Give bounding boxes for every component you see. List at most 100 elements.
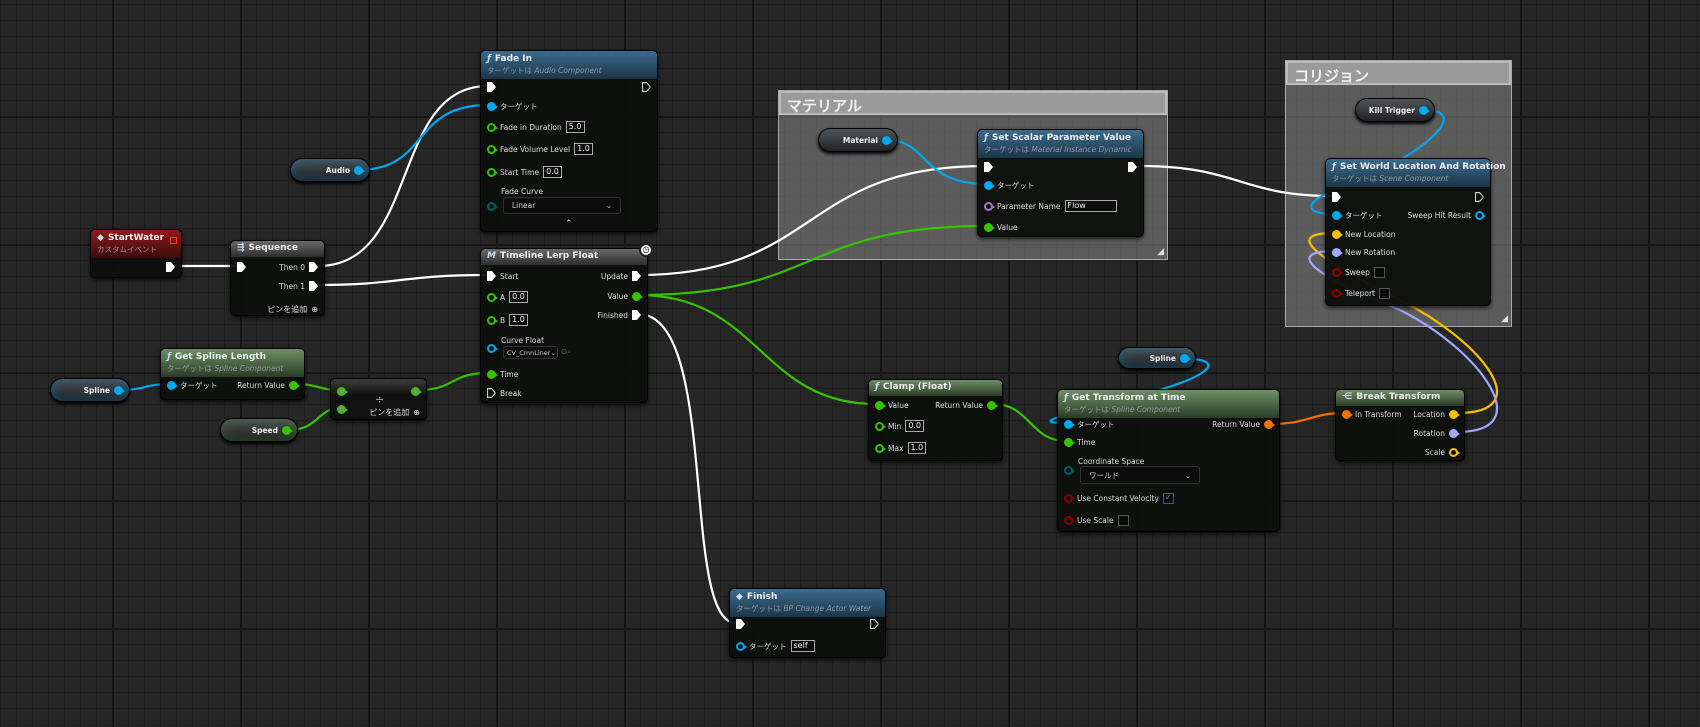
- time-pin[interactable]: [487, 369, 498, 379]
- variable-spline[interactable]: Spline: [50, 378, 130, 402]
- fade-duration-pin[interactable]: [487, 122, 498, 132]
- fade-volume-input[interactable]: 1.0: [574, 143, 593, 155]
- min-input[interactable]: 0.0: [905, 420, 925, 432]
- curve-float-dropdown[interactable]: CV_CmnLiner ⌄: [503, 346, 558, 359]
- update-exec-pin[interactable]: [632, 271, 641, 281]
- node-break-transform[interactable]: ⋲ Break Transform In Transform Location R…: [1335, 389, 1465, 461]
- parameter-name-pin[interactable]: [984, 201, 995, 211]
- new-rotation-pin[interactable]: [1332, 247, 1343, 257]
- target-pin[interactable]: [1332, 210, 1343, 220]
- fade-curve-dropdown[interactable]: Linear ⌄: [503, 197, 621, 214]
- resize-grip-icon[interactable]: ◢: [1157, 247, 1164, 257]
- spline-out-pin[interactable]: [114, 385, 125, 395]
- wire-float[interactable]: [637, 293, 877, 406]
- divide-in-a-pin[interactable]: [337, 386, 348, 396]
- variable-audio[interactable]: Audio: [290, 158, 370, 182]
- browse-search-icon[interactable]: ⊙⌕: [561, 347, 571, 357]
- new-location-pin[interactable]: [1332, 229, 1343, 239]
- fade-curve-pin[interactable]: [487, 201, 498, 211]
- use-scale-pin[interactable]: [1064, 515, 1075, 525]
- teleport-pin[interactable]: [1332, 288, 1343, 298]
- node-sequence[interactable]: ⇶ Sequence Then 0 Then 1 ピンを追加 ⊕: [230, 240, 325, 316]
- target-input[interactable]: self: [790, 640, 815, 652]
- max-input[interactable]: 1.0: [907, 442, 927, 454]
- sweep-pin[interactable]: [1332, 267, 1343, 277]
- min-pin[interactable]: [875, 421, 886, 431]
- collapse-chevron-up-icon[interactable]: ⌃: [565, 219, 573, 229]
- fade-duration-input[interactable]: 5.0: [565, 121, 585, 133]
- target-pin[interactable]: [487, 101, 498, 111]
- node-get-spline-length[interactable]: ƒ Get Spline Length ターゲットは Spline Compone…: [160, 348, 305, 400]
- curve-float-pin[interactable]: [487, 343, 498, 353]
- use-constant-velocity-pin[interactable]: [1064, 493, 1075, 503]
- exec-in-pin[interactable]: [984, 162, 993, 172]
- node-set-scalar-parameter-value[interactable]: ƒ Set Scalar Parameter Value ターゲットは Mater…: [977, 129, 1144, 237]
- exec-out-pin[interactable]: [642, 82, 651, 92]
- wire-exec[interactable]: [317, 273, 489, 287]
- spline-out-pin[interactable]: [1180, 353, 1191, 363]
- divide-in-b-pin[interactable]: [337, 404, 348, 414]
- return-value-pin[interactable]: [987, 400, 998, 410]
- return-value-pin[interactable]: [289, 380, 300, 390]
- kill-trigger-out-pin[interactable]: [1419, 105, 1430, 115]
- parameter-name-input[interactable]: Flow: [1064, 200, 1117, 212]
- exec-in-pin[interactable]: [487, 82, 496, 92]
- value-pin[interactable]: [984, 222, 995, 232]
- teleport-checkbox[interactable]: [1379, 287, 1390, 299]
- variable-kill-trigger[interactable]: Kill Trigger: [1355, 98, 1435, 122]
- start-time-input[interactable]: 0.0: [543, 166, 562, 178]
- exec-in-pin[interactable]: [237, 262, 246, 272]
- wire-float[interactable]: [992, 402, 1067, 443]
- wire-object[interactable]: [357, 103, 489, 172]
- node-clamp-float[interactable]: ƒ Clamp (Float) Value Return Value Min 0.0…: [868, 379, 1003, 461]
- location-pin[interactable]: [1449, 409, 1460, 419]
- sweep-checkbox[interactable]: [1373, 266, 1385, 278]
- in-transform-pin[interactable]: [1342, 409, 1353, 419]
- max-pin[interactable]: [875, 443, 886, 453]
- value-out-pin[interactable]: [632, 291, 643, 301]
- a-input[interactable]: 0.0: [509, 291, 528, 303]
- target-pin[interactable]: [984, 180, 995, 190]
- break-exec-pin[interactable]: [487, 388, 496, 398]
- exec-in-pin[interactable]: [736, 619, 745, 629]
- then0-pin[interactable]: [309, 262, 318, 272]
- variable-material[interactable]: Material: [818, 128, 898, 152]
- start-time-pin[interactable]: [487, 167, 498, 177]
- exec-out-pin[interactable]: [870, 619, 879, 629]
- comment-title[interactable]: コリジョン: [1286, 61, 1511, 85]
- node-timeline-lerp-float[interactable]: M Timeline Lerp Float ◷ Start A 0.0 B 1.0 C…: [480, 243, 653, 403]
- divide-out-pin[interactable]: [411, 386, 422, 396]
- wire-exec[interactable]: [637, 312, 737, 625]
- use-constant-velocity-checkbox[interactable]: ✓: [1162, 492, 1174, 504]
- comment-title[interactable]: マテリアル: [779, 91, 1167, 115]
- speed-out-pin[interactable]: [282, 425, 293, 435]
- b-input[interactable]: 1.0: [509, 314, 528, 326]
- coordinate-space-dropdown[interactable]: ワールド ⌄: [1080, 466, 1200, 484]
- fade-volume-pin[interactable]: [487, 144, 498, 154]
- delegate-pin-icon[interactable]: [170, 237, 177, 244]
- node-divide[interactable]: ÷ ピンを追加 ⊕: [330, 378, 427, 420]
- exec-out-pin[interactable]: [166, 262, 175, 272]
- b-pin[interactable]: [487, 315, 498, 325]
- finished-exec-pin[interactable]: [632, 310, 641, 320]
- rotation-pin[interactable]: [1449, 428, 1460, 438]
- add-pin-button[interactable]: ピンを追加 ⊕: [369, 405, 420, 419]
- node-finish[interactable]: ◆ Finish ターゲットは BP Change Actor Water ターゲ…: [729, 588, 886, 658]
- variable-speed[interactable]: Speed: [220, 418, 298, 442]
- exec-out-pin[interactable]: [1128, 162, 1137, 172]
- use-scale-checkbox[interactable]: [1117, 514, 1129, 526]
- scale-pin[interactable]: [1449, 447, 1460, 457]
- exec-out-pin[interactable]: [1475, 192, 1484, 202]
- target-pin[interactable]: [167, 380, 178, 390]
- value-pin[interactable]: [875, 400, 886, 410]
- exec-in-pin[interactable]: [1332, 192, 1341, 202]
- target-pin[interactable]: [736, 641, 747, 651]
- variable-spline[interactable]: Spline: [1118, 347, 1196, 369]
- resize-grip-icon[interactable]: ◢: [1501, 314, 1508, 324]
- return-value-pin[interactable]: [1264, 419, 1275, 429]
- node-set-world-location-and-rotation[interactable]: ƒ Set World Location And Rotation ターゲットは …: [1325, 158, 1506, 306]
- time-pin[interactable]: [1064, 437, 1075, 447]
- wire-float[interactable]: [417, 371, 489, 392]
- a-pin[interactable]: [487, 292, 498, 302]
- node-start-water[interactable]: ◆ StartWater カスタムイベント: [90, 229, 182, 278]
